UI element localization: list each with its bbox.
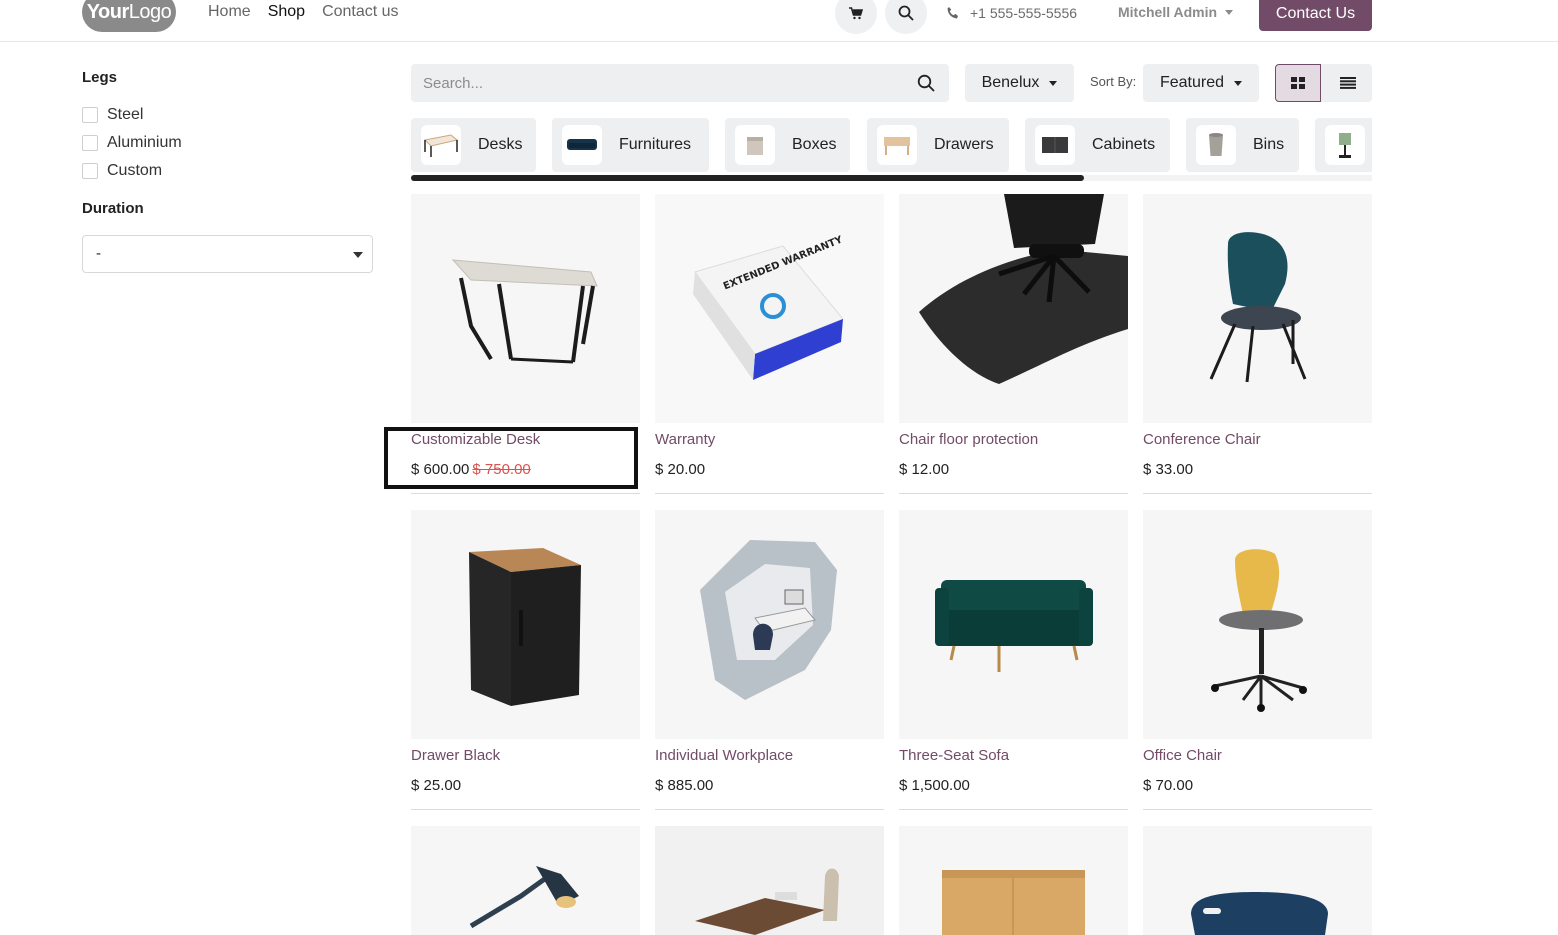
product-price: $ 33.00 [1143, 461, 1194, 478]
chevron-down-icon [1049, 80, 1058, 86]
user-menu[interactable]: Mitchell Admin [1118, 4, 1234, 20]
bin-thumbnail [1196, 125, 1236, 165]
duration-filter-title: Duration [82, 200, 144, 217]
phone-number: +1 555-555-5556 [970, 5, 1078, 21]
product-price: $ 885.00 [655, 777, 714, 794]
legs-filter-title: Legs [82, 69, 118, 86]
product-image[interactable] [899, 194, 1128, 423]
category-bins[interactable]: Bins [1186, 118, 1299, 172]
cart-icon [849, 6, 863, 19]
filter-custom[interactable]: Custom [82, 162, 162, 180]
aluminium-checkbox[interactable] [82, 135, 98, 151]
box-thumbnail [735, 125, 775, 165]
sort-label: Sort By: [1090, 74, 1137, 89]
product-image[interactable] [655, 510, 884, 739]
chevron-down-icon [1234, 80, 1243, 86]
list-icon [1339, 77, 1356, 89]
main-nav: Home Shop Contact us [208, 3, 399, 21]
layout-toggle [1275, 64, 1372, 102]
category-scrollbar[interactable] [411, 175, 1372, 181]
grid-view-button[interactable] [1275, 64, 1321, 102]
phone-icon [947, 7, 958, 19]
divider [1143, 493, 1372, 494]
lamp-thumbnail [1325, 125, 1365, 165]
product-image[interactable] [411, 826, 640, 935]
divider [411, 809, 640, 810]
product-image[interactable] [411, 194, 640, 423]
drawer-thumbnail [877, 125, 917, 165]
pricelist-dropdown[interactable]: Benelux [965, 64, 1074, 102]
category-drawers[interactable]: Drawers [867, 118, 1009, 172]
category-lamps[interactable] [1315, 118, 1372, 172]
product-name[interactable]: Conference Chair [1143, 431, 1261, 448]
category-carousel: Desks Furnitures Boxes Drawers Cabinets … [411, 118, 1372, 172]
phone-link[interactable]: +1 555-555-5556 [946, 5, 1077, 21]
user-name: Mitchell Admin [1118, 4, 1218, 20]
product-name[interactable]: Office Chair [1143, 747, 1222, 764]
product-image[interactable] [1143, 826, 1372, 935]
divider [1143, 809, 1372, 810]
product-image[interactable] [1143, 510, 1372, 739]
product-price: $ 25.00 [411, 777, 462, 794]
desk-thumbnail [421, 125, 461, 165]
product-price: $ 12.00 [899, 461, 950, 478]
product-image[interactable] [1143, 194, 1372, 423]
product-name[interactable]: Drawer Black [411, 747, 500, 764]
product-image[interactable] [899, 510, 1128, 739]
search-icon[interactable] [917, 74, 935, 92]
product-price: $ 20.00 [655, 461, 706, 478]
search-icon [898, 5, 914, 21]
sofa-thumbnail [562, 125, 602, 165]
grid-icon [1291, 77, 1305, 89]
cart-button[interactable] [835, 0, 877, 34]
list-view-button[interactable] [1323, 64, 1372, 102]
product-image[interactable] [899, 826, 1128, 935]
category-scrollbar-thumb[interactable] [411, 175, 1084, 181]
product-price: $ 1,500.00 [899, 777, 970, 794]
category-boxes[interactable]: Boxes [725, 118, 850, 172]
category-cabinets[interactable]: Cabinets [1025, 118, 1170, 172]
company-logo[interactable]: Your Logo [82, 0, 176, 32]
filter-aluminium[interactable]: Aluminium [82, 134, 182, 152]
custom-checkbox[interactable] [82, 163, 98, 179]
divider [655, 809, 884, 810]
product-image[interactable] [411, 510, 640, 739]
product-name[interactable]: Individual Workplace [655, 747, 793, 764]
nav-shop[interactable]: Shop [268, 3, 305, 21]
divider [899, 809, 1128, 810]
nav-contact-us[interactable]: Contact us [322, 3, 398, 21]
steel-checkbox[interactable] [82, 107, 98, 123]
filter-steel[interactable]: Steel [82, 106, 143, 124]
sort-dropdown[interactable]: Featured [1143, 64, 1259, 102]
product-name[interactable]: Warranty [655, 431, 715, 448]
top-navbar: Your Logo Home Shop Contact us +1 555-555… [0, 0, 1558, 42]
product-name[interactable]: Chair floor protection [899, 431, 1038, 448]
nav-home[interactable]: Home [208, 3, 251, 21]
duration-value: - [96, 246, 102, 262]
cabinet-thumbnail [1035, 125, 1075, 165]
chevron-down-icon [1225, 9, 1234, 15]
divider [655, 493, 884, 494]
product-image[interactable] [655, 826, 884, 935]
divider [411, 493, 640, 494]
category-furnitures[interactable]: Furnitures [552, 118, 709, 172]
divider [899, 493, 1128, 494]
product-price: $ 70.00 [1143, 777, 1194, 794]
search-input[interactable] [411, 64, 901, 102]
chevron-down-icon [353, 252, 363, 258]
selection-highlight-box [384, 427, 638, 489]
contact-us-button[interactable]: Contact Us [1259, 0, 1372, 31]
duration-select[interactable]: - [82, 235, 373, 273]
product-image[interactable]: EXTENDED WARRANTY [655, 194, 884, 423]
category-desks[interactable]: Desks [411, 118, 536, 172]
product-search [411, 64, 949, 102]
search-toggle-button[interactable] [885, 0, 927, 34]
product-name[interactable]: Three-Seat Sofa [899, 747, 1009, 764]
